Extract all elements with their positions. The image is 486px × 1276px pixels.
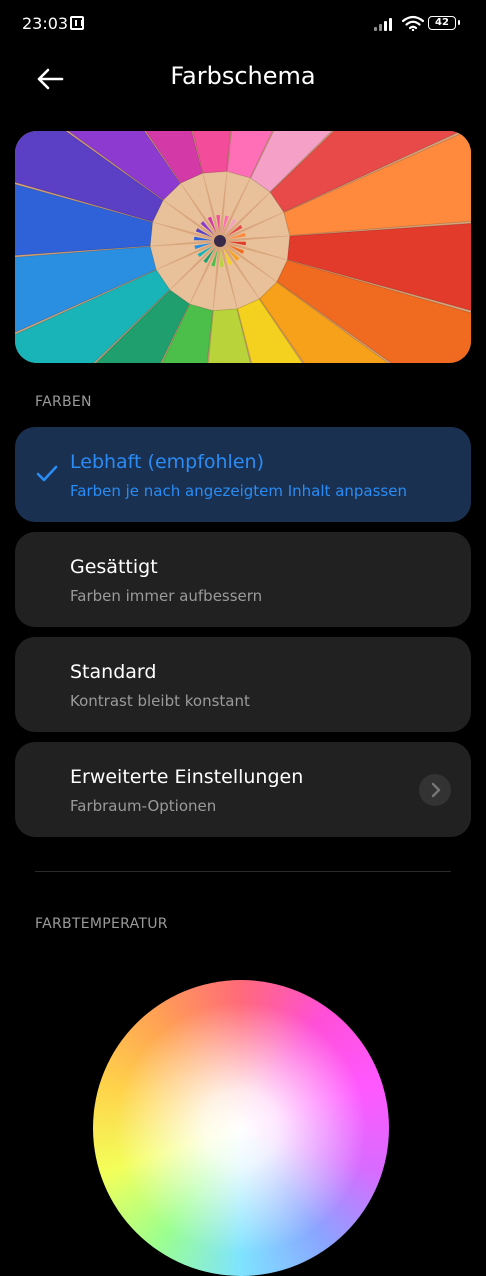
option-subtitle: Kontrast bleibt konstant xyxy=(70,692,250,710)
section-label-temperature: FARBTEMPERATUR xyxy=(35,916,168,932)
option-standard[interactable]: Standard Kontrast bleibt konstant xyxy=(15,637,471,732)
section-label-colors: FARBEN xyxy=(35,394,92,410)
status-time: 23:03 xyxy=(22,14,69,33)
color-temperature-wheel[interactable] xyxy=(93,980,389,1276)
hero-image xyxy=(15,131,471,363)
battery-level: 42 xyxy=(435,17,449,28)
option-vivid[interactable]: Lebhaft (empfohlen) Farben je nach angez… xyxy=(15,427,471,522)
wifi-icon xyxy=(402,15,424,31)
option-advanced-settings[interactable]: Erweiterte Einstellungen Farbraum-Option… xyxy=(15,742,471,837)
checkmark-icon xyxy=(36,465,58,482)
option-subtitle: Farbraum-Optionen xyxy=(70,797,217,815)
option-subtitle: Farben je nach angezeigtem Inhalt anpass… xyxy=(70,482,407,500)
page-title: Farbschema xyxy=(170,62,316,90)
option-subtitle: Farben immer aufbessern xyxy=(70,587,263,605)
status-bar: 23:03 42 xyxy=(0,0,486,50)
signal-icon xyxy=(374,17,396,31)
chevron-right-icon[interactable] xyxy=(419,774,451,806)
option-title: Lebhaft (empfohlen) xyxy=(70,451,264,473)
battery-icon: 42 xyxy=(428,16,460,30)
option-title: Standard xyxy=(70,661,157,683)
nfc-icon xyxy=(70,16,84,30)
option-title: Gesättigt xyxy=(70,556,158,578)
option-saturated[interactable]: Gesättigt Farben immer aufbessern xyxy=(15,532,471,627)
divider xyxy=(35,871,451,872)
option-title: Erweiterte Einstellungen xyxy=(70,766,304,788)
